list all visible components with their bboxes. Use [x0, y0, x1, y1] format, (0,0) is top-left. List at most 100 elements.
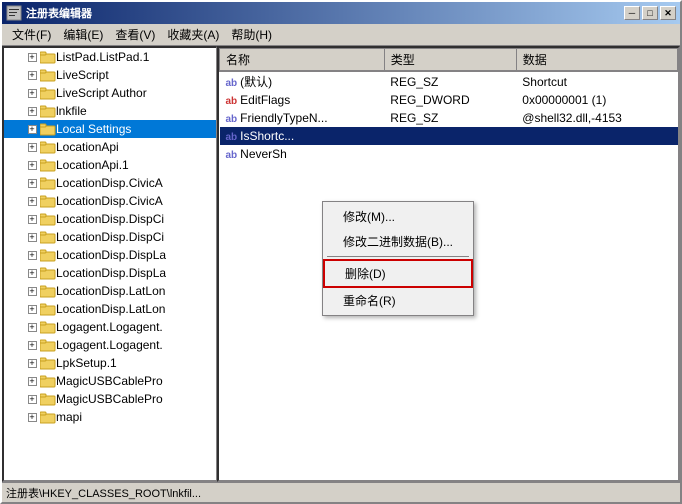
folder-icon	[40, 104, 56, 118]
tree-item-label: Logagent.Logagent.	[56, 338, 163, 352]
folder-icon	[40, 302, 56, 316]
menu-edit[interactable]: 编辑(E)	[57, 25, 109, 45]
tree-expander-icon[interactable]: +	[24, 355, 40, 371]
table-row[interactable]: abIsShortc...	[220, 127, 678, 145]
tree-item[interactable]: + MagicUSBCablePro	[4, 390, 216, 408]
table-cell-name: abIsShortc...	[220, 127, 385, 145]
folder-icon	[40, 176, 56, 190]
tree-item[interactable]: + LocationDisp.CivicA	[4, 192, 216, 210]
tree-expander-icon[interactable]: +	[24, 175, 40, 191]
tree-panel[interactable]: + ListPad.ListPad.1+ LiveScript+ LiveScr…	[2, 46, 217, 482]
table-cell-type: REG_SZ	[384, 71, 516, 91]
tree-expander-icon[interactable]: +	[24, 409, 40, 425]
folder-icon	[40, 50, 56, 64]
tree-item[interactable]: + LocationApi.1	[4, 156, 216, 174]
close-button[interactable]: ✕	[660, 6, 676, 20]
tree-expander-icon[interactable]: +	[24, 337, 40, 353]
app-icon	[6, 5, 22, 21]
tree-item-label: LocationDisp.LatLon	[56, 302, 165, 316]
maximize-button[interactable]: □	[642, 6, 658, 20]
tree-expander-icon[interactable]: +	[24, 229, 40, 245]
tree-item-label: MagicUSBCablePro	[56, 374, 163, 388]
folder-icon	[40, 158, 56, 172]
tree-expander-icon[interactable]: +	[24, 265, 40, 281]
tree-expander-icon[interactable]: +	[24, 301, 40, 317]
tree-item[interactable]: + LiveScript	[4, 66, 216, 84]
tree-item-label: lnkfile	[56, 104, 87, 118]
table-cell-data: Shortcut	[516, 71, 677, 91]
tree-item-label: LocationDisp.LatLon	[56, 284, 165, 298]
tree-expander-icon[interactable]: +	[24, 247, 40, 263]
table-cell-data	[516, 145, 677, 163]
menu-file[interactable]: 文件(F)	[6, 25, 57, 45]
tree-expander-icon[interactable]: +	[24, 139, 40, 155]
title-bar-left: 注册表编辑器	[6, 5, 92, 21]
tree-item[interactable]: + LocationDisp.LatLon	[4, 300, 216, 318]
tree-expander-icon[interactable]: +	[24, 157, 40, 173]
tree-item-label: LocationDisp.DispCi	[56, 212, 164, 226]
tree-item-label: LpkSetup.1	[56, 356, 117, 370]
table-cell-data: 0x00000001 (1)	[516, 91, 677, 109]
col-type[interactable]: 类型	[384, 49, 516, 72]
folder-icon	[40, 140, 56, 154]
tree-item-label: Logagent.Logagent.	[56, 320, 163, 334]
tree-item[interactable]: + Logagent.Logagent.	[4, 336, 216, 354]
tree-expander-icon[interactable]: +	[24, 49, 40, 65]
context-menu-item[interactable]: 重命名(R)	[323, 288, 473, 313]
folder-icon	[40, 374, 56, 388]
tree-item-label: MagicUSBCablePro	[56, 392, 163, 406]
tree-item-label: LocationApi	[56, 140, 119, 154]
table-cell-type: REG_SZ	[384, 109, 516, 127]
tree-item[interactable]: + ListPad.ListPad.1	[4, 48, 216, 66]
table-row[interactable]: abNeverSh	[220, 145, 678, 163]
tree-expander-icon[interactable]: +	[24, 319, 40, 335]
tree-expander-icon[interactable]: +	[24, 85, 40, 101]
tree-expander-icon[interactable]: +	[24, 211, 40, 227]
context-menu-item[interactable]: 修改二进制数据(B)...	[323, 229, 473, 254]
tree-expander-icon[interactable]: +	[24, 67, 40, 83]
tree-item-label: LocationDisp.DispLa	[56, 266, 166, 280]
tree-item[interactable]: + MagicUSBCablePro	[4, 372, 216, 390]
tree-item[interactable]: + LocationApi	[4, 138, 216, 156]
tree-item[interactable]: + LpkSetup.1	[4, 354, 216, 372]
folder-icon	[40, 284, 56, 298]
menu-view[interactable]: 查看(V)	[109, 25, 161, 45]
tree-item[interactable]: + LiveScript Author	[4, 84, 216, 102]
col-name[interactable]: 名称	[220, 49, 385, 72]
context-menu-delete[interactable]: 删除(D)	[323, 259, 473, 288]
table-cell-type	[384, 145, 516, 163]
table-cell-type: REG_DWORD	[384, 91, 516, 109]
folder-icon	[40, 392, 56, 406]
minimize-button[interactable]: ─	[624, 6, 640, 20]
tree-item[interactable]: + LocationDisp.CivicA	[4, 174, 216, 192]
tree-expander-icon[interactable]: +	[24, 103, 40, 119]
content-area: + ListPad.ListPad.1+ LiveScript+ LiveScr…	[2, 46, 680, 482]
tree-item[interactable]: + mapi	[4, 408, 216, 426]
tree-item[interactable]: + LocationDisp.DispCi	[4, 210, 216, 228]
tree-item[interactable]: + LocationDisp.LatLon	[4, 282, 216, 300]
menu-help[interactable]: 帮助(H)	[225, 25, 278, 45]
menu-favorites[interactable]: 收藏夹(A)	[161, 25, 225, 45]
tree-item[interactable]: + Logagent.Logagent.	[4, 318, 216, 336]
table-row[interactable]: abFriendlyTypeN...REG_SZ@shell32.dll,-41…	[220, 109, 678, 127]
tree-expander-icon[interactable]: +	[24, 391, 40, 407]
tree-expander-icon[interactable]: +	[24, 283, 40, 299]
folder-icon	[40, 194, 56, 208]
main-window: 注册表编辑器 ─ □ ✕ 文件(F) 编辑(E) 查看(V) 收藏夹(A) 帮助…	[0, 0, 682, 504]
context-menu-item[interactable]: 修改(M)...	[323, 204, 473, 229]
tree-item[interactable]: + LocationDisp.DispCi	[4, 228, 216, 246]
tree-item[interactable]: + LocationDisp.DispLa	[4, 246, 216, 264]
tree-item-label: LocationDisp.DispLa	[56, 248, 166, 262]
tree-expander-icon[interactable]: +	[24, 373, 40, 389]
tree-item-label: LocationApi.1	[56, 158, 129, 172]
col-data[interactable]: 数据	[516, 49, 677, 72]
tree-item[interactable]: + LocationDisp.DispLa	[4, 264, 216, 282]
tree-item[interactable]: + lnkfile	[4, 102, 216, 120]
tree-expander-icon[interactable]: +	[24, 193, 40, 209]
tree-item-label: ListPad.ListPad.1	[56, 50, 149, 64]
tree-item[interactable]: + Local Settings	[4, 120, 216, 138]
tree-expander-icon[interactable]: +	[24, 121, 40, 137]
table-row[interactable]: ab(默认)REG_SZShortcut	[220, 71, 678, 91]
table-row[interactable]: abEditFlagsREG_DWORD0x00000001 (1)	[220, 91, 678, 109]
folder-icon	[40, 338, 56, 352]
